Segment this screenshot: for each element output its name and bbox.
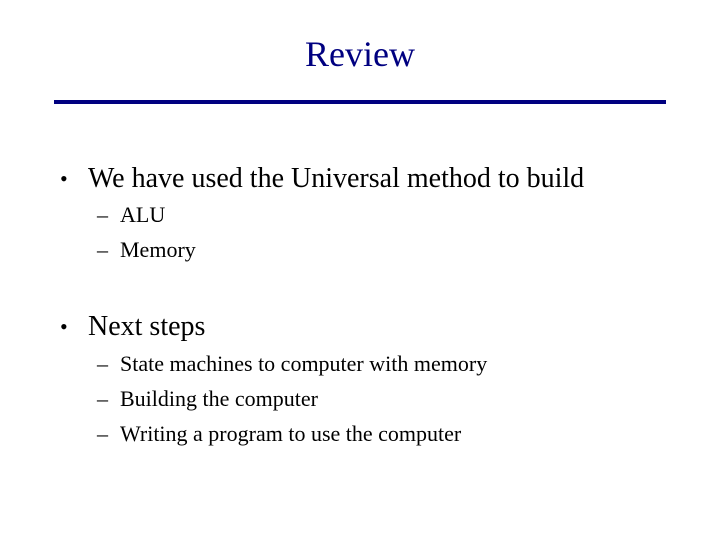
- title-underline-rule: [54, 100, 666, 104]
- bullet-text: We have used the Universal method to bui…: [88, 163, 585, 194]
- dash-icon: –: [97, 202, 108, 227]
- slide-title: Review: [305, 34, 415, 74]
- sub-bullet-text: Memory: [120, 237, 196, 262]
- sub-bullet-text: Writing a program to use the computer: [120, 421, 462, 446]
- sub-bullet-text: State machines to computer with memory: [120, 351, 488, 376]
- bullet-icon: •: [60, 314, 68, 339]
- bullet-text: Next steps: [88, 311, 206, 342]
- dash-icon: –: [97, 386, 108, 411]
- sub-bullet-text: Building the computer: [120, 386, 318, 411]
- dash-icon: –: [97, 421, 108, 446]
- bullet-icon: •: [60, 166, 68, 191]
- slide: Review • We have used the Universal meth…: [0, 0, 720, 540]
- sub-bullet-text: ALU: [120, 202, 166, 227]
- dash-icon: –: [97, 351, 108, 376]
- dash-icon: –: [97, 237, 108, 262]
